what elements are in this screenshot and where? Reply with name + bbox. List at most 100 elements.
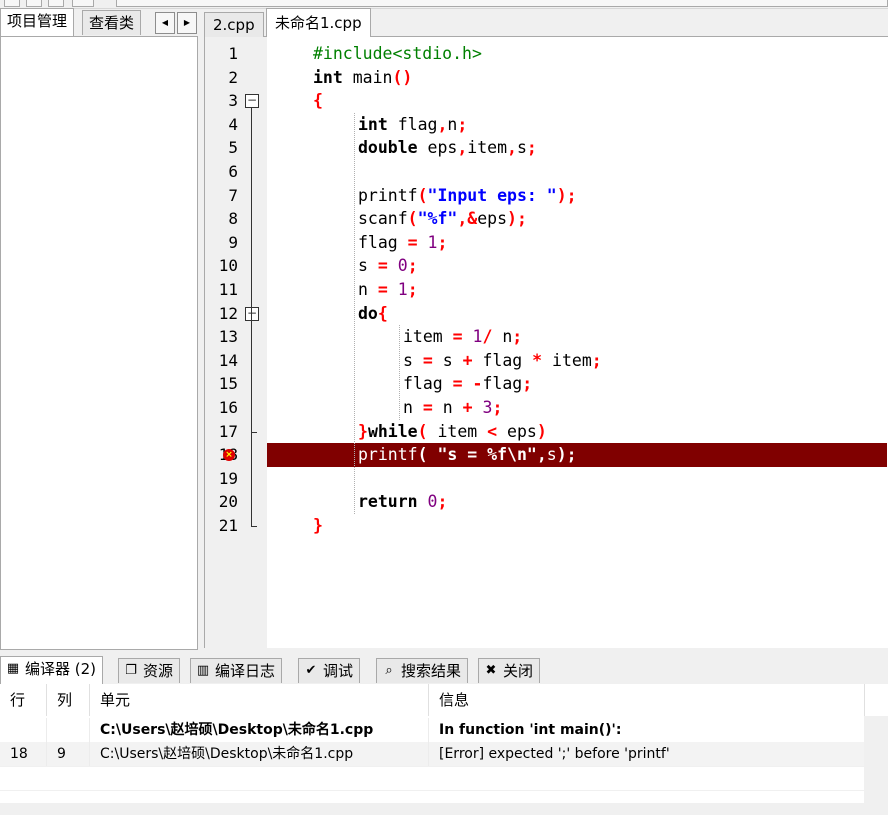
code-line-error[interactable]: 18printf( "s = %f\n",s); (219, 443, 887, 467)
code-line[interactable]: 2 int main() (205, 66, 885, 90)
code-text: s = 0; (358, 256, 418, 276)
column-header-unit[interactable]: 单元 (90, 684, 429, 716)
close-icon: ✖ (485, 663, 497, 678)
code-line[interactable]: 17 }while( item < eps) (205, 420, 885, 444)
line-number: 19 (218, 468, 238, 488)
code-text: double eps,item,s; (358, 138, 537, 158)
code-line[interactable]: 11 n = 1; (205, 278, 885, 302)
toolbar-button-stub[interactable] (4, 0, 20, 7)
code-text: scanf("%f",&eps); (358, 209, 527, 229)
code-line[interactable]: 4 int flag,n; (205, 113, 885, 137)
table-row[interactable]: C:\Users\赵培硕\Desktop\未命名1.cpp In function… (0, 718, 865, 742)
editor-tab-2cpp[interactable]: 2.cpp (204, 12, 264, 37)
grid-icon: ▦ (6, 661, 20, 676)
bottom-tab-1[interactable]: ❐ 资源 (118, 658, 181, 683)
code-line[interactable]: 5 double eps,item,s; (205, 136, 885, 160)
code-line[interactable]: 12 do{ (205, 302, 885, 326)
code-editor[interactable]: 1 #include<stdio.h> 2 int main() 3{4 int flag… (204, 37, 888, 648)
toolbar-button-stub[interactable] (72, 0, 94, 7)
search-icon: ⌕ (385, 663, 393, 678)
code-text: return 0; (358, 492, 448, 512)
code-text: printf("Input eps: "); (358, 185, 577, 205)
fold-toggle-icon[interactable]: − (245, 306, 259, 321)
checkmark-icon: ✔ (305, 663, 317, 678)
column-header-col[interactable]: 列 (47, 684, 90, 716)
indent-guide (399, 325, 400, 420)
code-text: #include<stdio.h> (313, 44, 482, 63)
cell-col (47, 718, 90, 742)
code-line[interactable]: 3{ (205, 89, 885, 113)
code-line[interactable]: 19 (205, 467, 885, 491)
editor-tab-untitled1[interactable]: 未命名1.cpp (266, 8, 371, 38)
line-number: 4 (228, 114, 238, 134)
resources-icon: ❐ (125, 663, 137, 678)
code-text: } (313, 516, 323, 535)
bottom-tab-5[interactable]: ✖ 关闭 (478, 658, 541, 683)
line-number: 8 (228, 209, 238, 229)
code-line[interactable]: 9 flag = 1; (205, 231, 885, 255)
tab-project-manager[interactable]: 项目管理 (0, 8, 75, 37)
code-line[interactable]: 16 n = n + 3; (205, 396, 885, 420)
editor-tabs: 2.cpp 未命名1.cpp (204, 8, 888, 38)
fold-end-marker (251, 526, 257, 527)
code-text: printf( "s = %f\n",s); (358, 445, 577, 465)
fold-toggle-icon[interactable]: − (245, 94, 259, 109)
tab-scroll-left-button[interactable]: ◀ (155, 12, 175, 34)
code-line[interactable]: 14 s = s + flag * item; (205, 349, 885, 373)
code-line[interactable]: 13 item = 1/ n; (205, 325, 885, 349)
tab-class-view[interactable]: 查看类 (82, 10, 142, 35)
code-line[interactable]: 15 flag = -flag; (205, 372, 885, 396)
table-row[interactable]: 18 9 C:\Users\赵培硕\Desktop\未命名1.cpp [Error] … (0, 742, 865, 766)
line-number: 13 (218, 327, 238, 347)
code-text: { (313, 91, 323, 111)
code-line[interactable]: 8 scanf("%f",&eps); (205, 207, 885, 231)
bottom-tab-label: 关闭 (503, 662, 534, 680)
code-text: n = n + 3; (403, 398, 503, 417)
code-line[interactable]: 1 #include<stdio.h> (205, 42, 885, 66)
line-number: 6 (228, 162, 238, 181)
cell-line (0, 718, 47, 742)
code-text: int main() (313, 67, 413, 87)
line-number: 11 (218, 280, 238, 299)
tab-scroll-right-button[interactable]: ▶ (177, 12, 197, 34)
line-number: 17 (218, 421, 238, 441)
code-text: }while( item < eps) (358, 421, 547, 441)
code-text: s = s + flag * item; (403, 350, 602, 370)
bottom-tab-4[interactable]: ⌕ 搜索结果 (376, 658, 469, 683)
line-number: 15 (218, 374, 238, 394)
fold-guide-line (251, 107, 252, 526)
results-scrollbar[interactable] (864, 716, 888, 803)
toolbar-dropdown-stub[interactable] (116, 0, 888, 7)
code-line[interactable]: 20 return 0; (205, 490, 885, 514)
bottom-tab-label: 编译器 (2) (25, 660, 97, 678)
line-number: 16 (218, 398, 238, 417)
code-text: item = 1/ n; (403, 327, 523, 347)
cell-msg: In function 'int main()': (429, 718, 865, 742)
cell-unit: C:\Users\赵培硕\Desktop\未命名1.cpp (90, 742, 429, 766)
toolbar-button-stub[interactable] (26, 0, 42, 7)
cell-line: 18 (0, 742, 47, 766)
code-line[interactable]: 6 (205, 160, 885, 184)
line-number: 20 (218, 492, 238, 512)
bottom-tab-3[interactable]: ✔ 调试 (298, 658, 361, 683)
bottom-tab-0[interactable]: ▦ 编译器 (2) (0, 656, 104, 685)
fold-end-marker (251, 431, 257, 433)
bottom-tab-2[interactable]: ▥ 编译日志 (190, 658, 283, 683)
code-line[interactable]: 21} (205, 514, 885, 538)
line-number: 7 (228, 185, 238, 205)
toolbar-button-stub[interactable] (48, 0, 64, 7)
line-number: 12 (218, 303, 238, 323)
bottom-tab-label: 编译日志 (215, 662, 276, 680)
project-tree-panel[interactable] (0, 36, 198, 650)
cell-msg: [Error] expected ';' before 'printf' (429, 742, 865, 766)
column-header-line[interactable]: 行 (0, 684, 47, 716)
cell-col: 9 (47, 742, 90, 766)
line-number: 3 (228, 91, 238, 111)
bar-chart-icon: ▥ (196, 663, 210, 678)
line-number: 10 (218, 256, 238, 276)
column-header-message[interactable]: 信息 (429, 684, 865, 716)
code-line[interactable]: 10 s = 0; (205, 254, 885, 278)
code-line[interactable]: 7 printf("Input eps: "); (205, 184, 885, 208)
line-number: 21 (218, 516, 238, 535)
code-text: flag = 1; (358, 232, 448, 252)
